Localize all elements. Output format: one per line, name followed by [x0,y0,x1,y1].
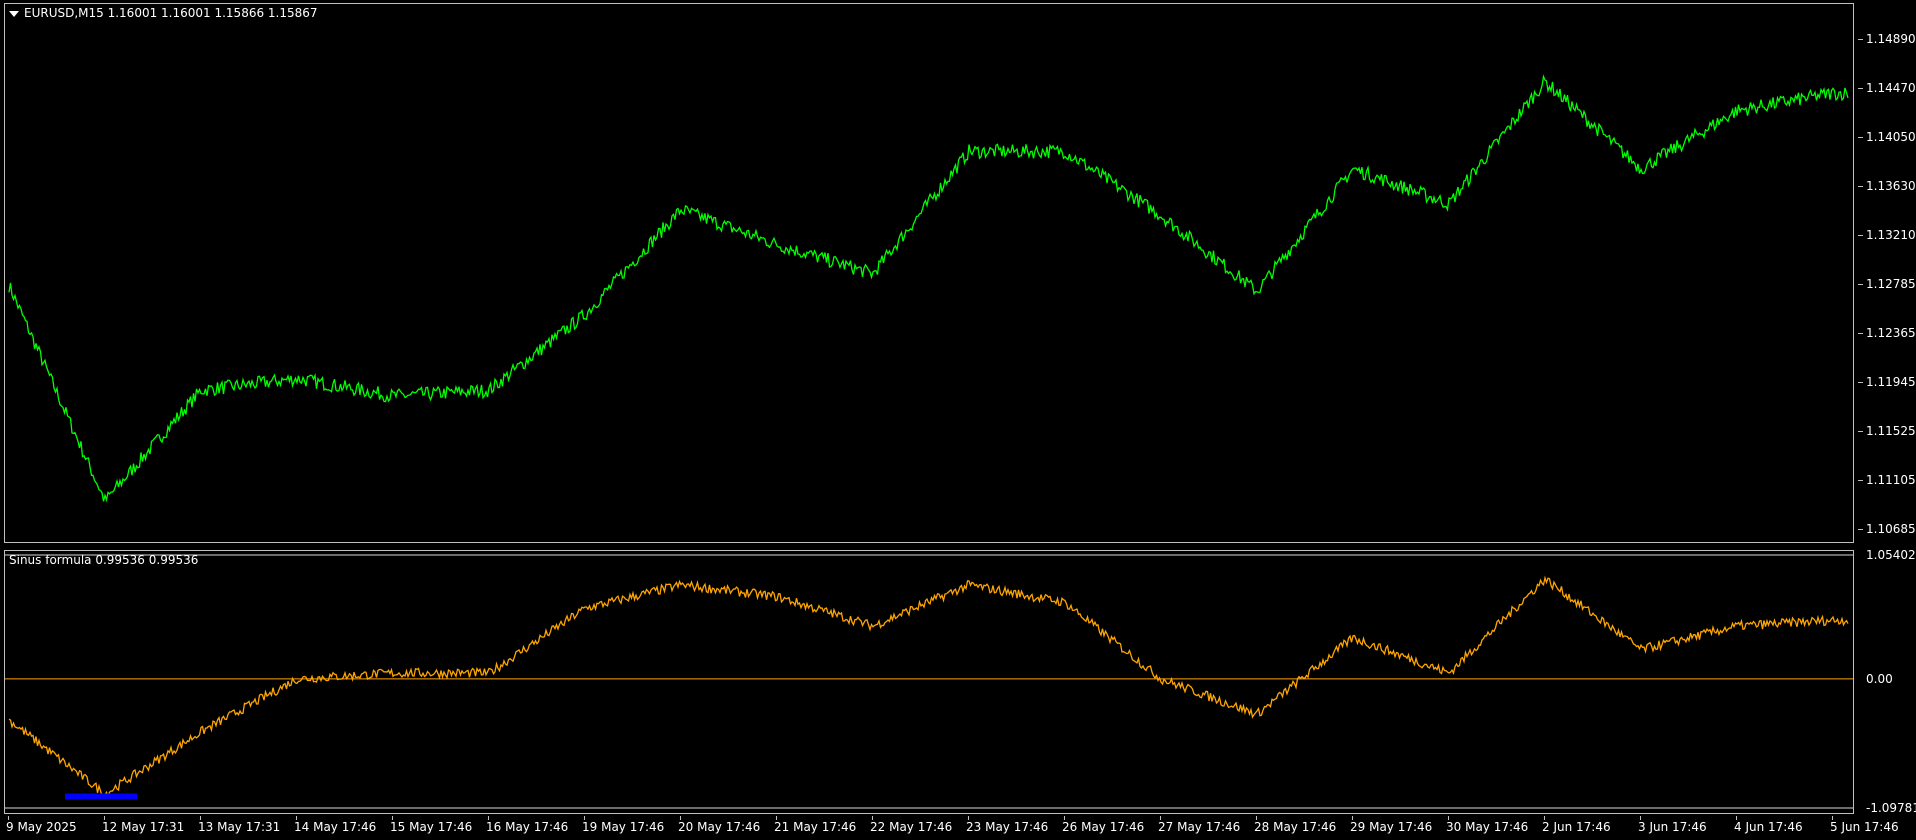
price-tick-label: 1.10685 [1866,522,1916,536]
price-tick-label: 1.11525 [1866,424,1916,438]
price-tick-label: 1.12785 [1866,277,1916,291]
time-label: 2 Jun 17:46 [1542,820,1611,834]
main-price-chart[interactable]: EURUSD,M15 1.16001 1.16001 1.15866 1.158… [4,3,1854,543]
price-tick [1858,284,1863,285]
time-label: 9 May 2025 [6,820,77,834]
time-label: 27 May 17:46 [1158,820,1241,834]
price-tick [1858,382,1863,383]
time-label: 22 May 17:46 [870,820,953,834]
price-tick-label: 1.13630 [1866,179,1916,193]
price-line-svg [8,74,1849,503]
time-label: 26 May 17:46 [1062,820,1145,834]
symbol-header[interactable]: EURUSD,M15 1.16001 1.16001 1.15866 1.158… [9,6,318,20]
indicator-scale[interactable]: 1.05402 0.00 -1.09781 [1858,548,1916,815]
indicator-subchart[interactable]: Sinus formula 0.99536 0.99536 [4,550,1854,814]
price-tick-label: 1.14890 [1866,32,1916,46]
symbol-info: EURUSD,M15 1.16001 1.16001 1.15866 1.158… [24,6,318,20]
price-tick [1858,39,1863,40]
time-label: 20 May 17:46 [678,820,761,834]
price-tick-label: 1.13210 [1866,228,1916,242]
indicator-scale-label: 1.05402 [1866,548,1916,562]
price-tick-label: 1.11945 [1866,375,1916,389]
indicator-line-svg [5,554,1853,809]
dropdown-arrow-icon[interactable] [9,10,19,17]
time-label: 21 May 17:46 [774,820,857,834]
price-tick [1858,431,1863,432]
time-axis[interactable]: 9 May 2025 12 May 17:31 13 May 17:31 14 May… [4,816,1899,838]
price-tick-label: 1.12365 [1866,326,1916,340]
price-tick-label: 1.14050 [1866,130,1916,144]
time-label: 4 Jun 17:46 [1734,820,1803,834]
indicator-highlight-bar [65,793,137,800]
time-label: 14 May 17:46 [294,820,377,834]
indicator-scale-label: 0.00 [1866,671,1893,686]
time-label: 16 May 17:46 [486,820,569,834]
indicator-scale-label: -1.09781 [1866,801,1916,815]
price-tick-label: 1.14470 [1866,81,1916,95]
time-label: 30 May 17:46 [1446,820,1529,834]
time-label: 28 May 17:46 [1254,820,1337,834]
price-tick [1858,235,1863,236]
price-tick-label: 1.11105 [1866,473,1916,487]
price-tick [1858,137,1863,138]
time-label: 5 Jun 17:46 [1830,820,1899,834]
time-label: 12 May 17:31 [102,820,185,834]
price-tick [1858,480,1863,481]
sinus-formula-line [8,575,1849,800]
price-tick [1858,88,1863,89]
time-label: 23 May 17:46 [966,820,1049,834]
time-label: 15 May 17:46 [390,820,473,834]
price-tick [1858,529,1863,530]
eurusd-price-line [8,74,1849,503]
price-scale[interactable]: 1.14890 1.14470 1.14050 1.13630 1.13210 1.127… [1858,3,1916,543]
time-label: 19 May 17:46 [582,820,665,834]
time-label: 29 May 17:46 [1350,820,1433,834]
price-tick [1858,186,1863,187]
price-tick [1858,333,1863,334]
indicator-title: Sinus formula 0.99536 0.99536 [9,553,199,567]
time-label: 3 Jun 17:46 [1638,820,1707,834]
time-label: 13 May 17:31 [198,820,281,834]
